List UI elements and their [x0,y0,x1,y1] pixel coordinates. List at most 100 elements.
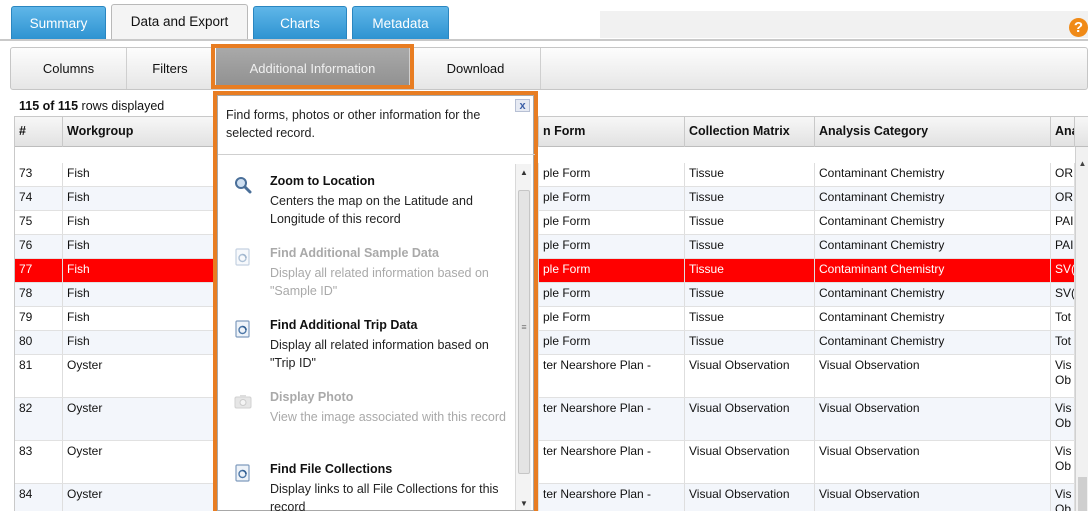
grid-scroll-thumb[interactable] [1078,477,1087,511]
cell-analyte: Vis Ob [1051,355,1075,397]
cell-collection-matrix: Visual Observation [685,398,815,440]
grid-scrollbar[interactable]: ▲ [1075,147,1088,511]
table-row[interactable]: 82 Oyster ter Nearshore Plan - Visual Obser… [15,398,1075,441]
popup-item-description: Display all related information based on… [270,338,489,370]
popup-panel: x Find forms, photos or other informatio… [217,95,535,512]
cell-analyte: SV( [1051,283,1075,306]
cell-number: 76 [15,235,63,258]
column-header-analyte[interactable]: Ana [1051,117,1075,148]
tab-data-and-export[interactable]: Data and Export [111,4,248,40]
cell-number: 79 [15,307,63,330]
cell-analysis-category: Visual Observation [815,355,1051,397]
popup-item-description: Centers the map on the Latitude and Long… [270,194,473,226]
cell-analyte: Vis Ob [1051,398,1075,440]
cell-form: ple Form [539,259,685,282]
popup-item-title: Display Photo [270,390,354,404]
scroll-up-icon[interactable]: ▲ [1076,159,1088,168]
camera-icon [234,392,252,410]
close-icon[interactable]: x [515,99,530,112]
tab-metadata[interactable]: Metadata [352,6,449,39]
cell-number: 73 [15,163,63,186]
cell-collection-matrix: Tissue [685,307,815,330]
cell-analysis-category: Contaminant Chemistry [815,235,1051,258]
cell-number: 75 [15,211,63,234]
popup-item-description: Display all related information based on… [270,266,489,298]
filters-button[interactable]: Filters [127,48,214,89]
grip-icon: ≡ [521,322,527,332]
cell-analysis-category: Visual Observation [815,484,1051,511]
popup-item-description: View the image associated with this reco… [270,410,506,424]
popup-action-list: Zoom to Location Centers the map on the L… [218,164,513,512]
row-count-suffix: rows displayed [78,99,165,113]
cell-form: ter Nearshore Plan - [539,441,685,483]
help-icon[interactable]: ? [1069,18,1088,37]
document-icon [234,248,252,266]
cell-analyte: Tot [1051,307,1075,330]
cell-analyte: Tot [1051,331,1075,354]
cell-analysis-category: Visual Observation [815,441,1051,483]
grid-toolbar: Columns Filters Additional Information D… [10,47,1088,90]
popup-item-find-additional-trip-data[interactable]: Find Additional Trip Data Display all rel… [218,318,513,388]
tab-bar: Summary Data and Export Charts Metadata … [0,0,1088,41]
cell-number: 82 [15,398,63,440]
cell-number: 81 [15,355,63,397]
column-header-number[interactable]: # [15,117,63,148]
cell-collection-matrix: Visual Observation [685,441,815,483]
cell-analysis-category: Contaminant Chemistry [815,211,1051,234]
cell-collection-matrix: Tissue [685,211,815,234]
popup-scrollbar[interactable]: ▲ ≡ ▼ [515,164,531,510]
document-icon [234,320,252,338]
popup-scroll-thumb[interactable]: ≡ [518,190,530,474]
scroll-down-icon[interactable]: ▼ [516,499,532,508]
table-row[interactable]: 80 Fish ple Form Tissue Contaminant Chemistr… [15,331,1075,355]
cell-analyte: OR [1051,187,1075,210]
scroll-up-icon[interactable]: ▲ [516,168,532,177]
tab-summary[interactable]: Summary [11,6,106,39]
cell-form: ter Nearshore Plan - [539,398,685,440]
popup-item-zoom-to-location[interactable]: Zoom to Location Centers the map on the L… [218,174,513,244]
cell-form: ter Nearshore Plan - [539,355,685,397]
popup-description: Find forms, photos or other information … [226,108,481,140]
table-row[interactable]: 81 Oyster ter Nearshore Plan - Visual Obser… [15,355,1075,398]
row-count-number: 115 of 115 [19,99,79,113]
table-row[interactable]: 74 Fish ple Form Tissue Contaminant Chemistr… [15,187,1075,211]
row-count: 115 of 115 rows displayed [19,99,164,113]
download-button[interactable]: Download [411,48,541,89]
table-row[interactable]: 83 Oyster ter Nearshore Plan - Visual Obser… [15,441,1075,484]
table-row[interactable]: 84 Oyster ter Nearshore Plan - Visual Obser… [15,484,1075,511]
cell-analyte: PAI [1051,211,1075,234]
cell-analysis-category: Contaminant Chemistry [815,259,1051,282]
cell-collection-matrix: Tissue [685,163,815,186]
cell-form: ple Form [539,211,685,234]
columns-button[interactable]: Columns [11,48,127,89]
cell-form: ple Form [539,187,685,210]
cell-analyte: PAI [1051,235,1075,258]
popup-item-title: Zoom to Location [270,174,375,188]
table-row[interactable]: 79 Fish ple Form Tissue Contaminant Chemistr… [15,307,1075,331]
tab-divider [0,39,1088,41]
cell-analyte: SV( [1051,259,1075,282]
cell-collection-matrix: Tissue [685,235,815,258]
column-header-analysis-category[interactable]: Analysis Category [815,117,1051,148]
cell-analysis-category: Visual Observation [815,398,1051,440]
cell-form: ter Nearshore Plan - [539,484,685,511]
column-header-form[interactable]: n Form [539,117,685,148]
data-grid: # Workgroup n Form Collection Matrix Ana… [14,116,1088,511]
cell-analysis-category: Contaminant Chemistry [815,187,1051,210]
magnifier-icon [234,176,252,194]
column-header-collection-matrix[interactable]: Collection Matrix [685,117,815,148]
tab-charts[interactable]: Charts [253,6,347,39]
grid-header: # Workgroup n Form Collection Matrix Ana… [15,116,1088,148]
table-row[interactable]: 73 Fish ple Form Tissue Contaminant Chemistr… [15,163,1075,187]
additional-information-popup: x Find forms, photos or other informatio… [213,91,538,512]
popup-item-title: Find Additional Sample Data [270,246,439,260]
cell-number: 80 [15,331,63,354]
table-row[interactable]: 75 Fish ple Form Tissue Contaminant Chemistr… [15,211,1075,235]
cell-analyte: Vis Ob [1051,441,1075,483]
table-row[interactable]: 76 Fish ple Form Tissue Contaminant Chemistr… [15,235,1075,259]
popup-item-find-file-collections[interactable]: Find File Collections Display links to al… [218,462,513,512]
popup-item-display-photo: Display Photo View the image associated w… [218,390,513,460]
cell-collection-matrix: Tissue [685,187,815,210]
table-row[interactable]: 77 Fish ple Form Tissue Contaminant Chemistr… [15,259,1075,283]
table-row[interactable]: 78 Fish ple Form Tissue Contaminant Chemistr… [15,283,1075,307]
